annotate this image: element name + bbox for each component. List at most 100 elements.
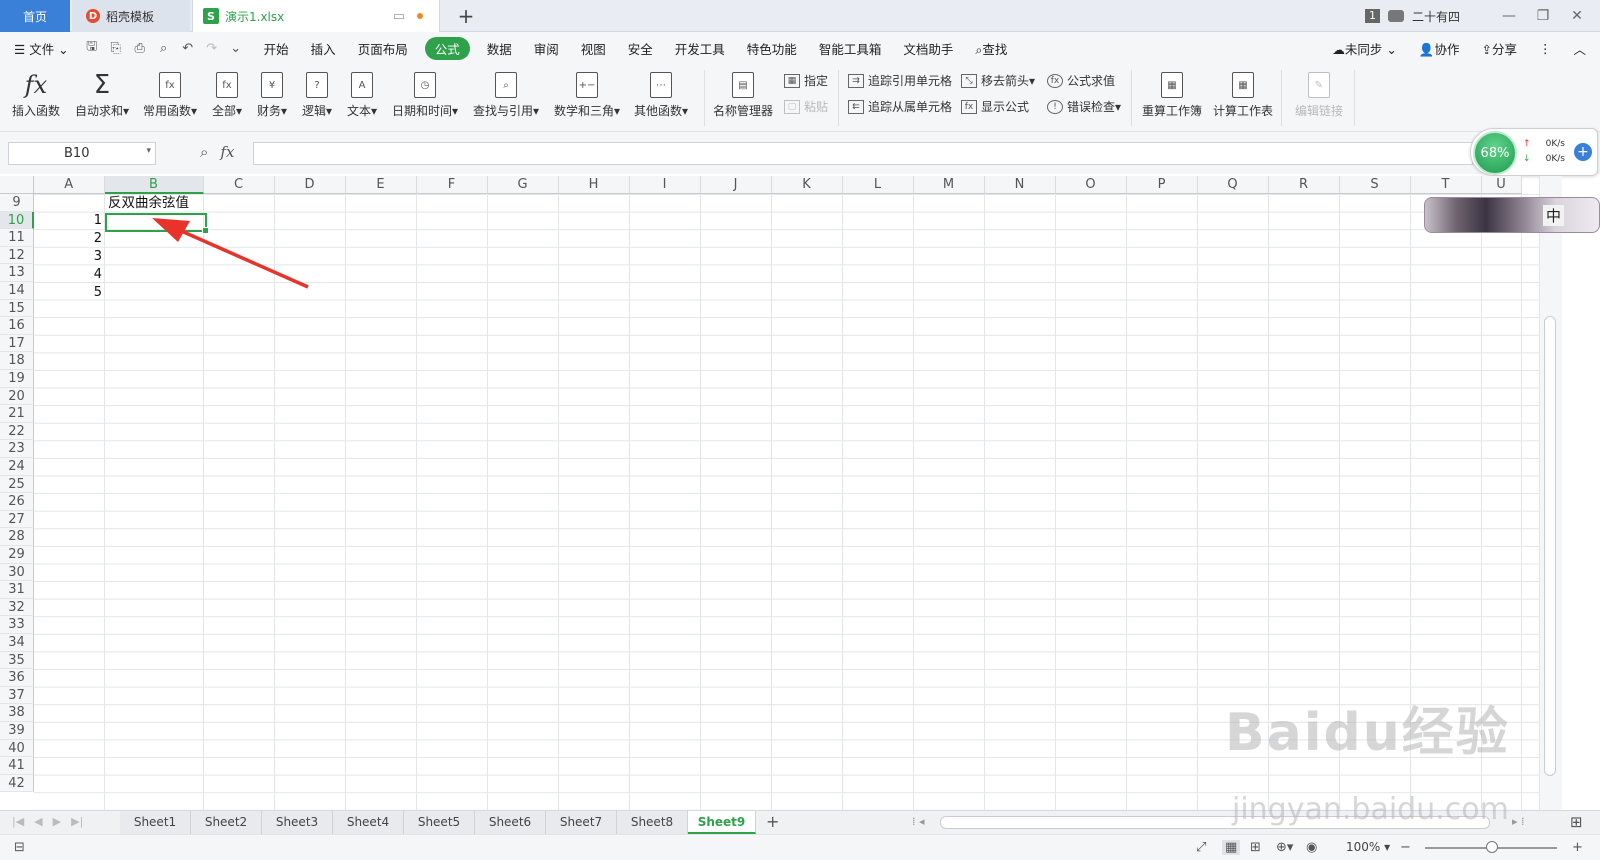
row-header-18[interactable]: 18 xyxy=(0,352,34,370)
last-sheet-icon[interactable]: ▶| xyxy=(71,815,83,828)
collab-button[interactable]: 👤协作 xyxy=(1419,39,1460,58)
row-header-24[interactable]: 24 xyxy=(0,458,34,476)
menu-formulas[interactable]: 公式 xyxy=(424,36,470,60)
specify-button[interactable]: ▦ 指定 xyxy=(784,72,828,89)
row-header-41[interactable]: 41 xyxy=(0,757,34,775)
all-functions-button[interactable]: fx 全部▾ xyxy=(212,68,242,119)
menu-page-layout[interactable]: 页面布局 xyxy=(358,39,408,58)
column-header-q[interactable]: Q xyxy=(1197,176,1269,194)
row-header-40[interactable]: 40 xyxy=(0,739,34,758)
ime-mode-label[interactable]: 中 xyxy=(1543,205,1565,226)
menu-review[interactable]: 审阅 xyxy=(534,39,559,58)
trace-dependents-button[interactable]: ⇇ 追踪从属单元格 xyxy=(848,98,952,115)
menu-view[interactable]: 视图 xyxy=(581,39,606,58)
row-header-26[interactable]: 26 xyxy=(0,493,34,511)
zoom-in-icon[interactable]: + xyxy=(1572,840,1583,855)
row-header-37[interactable]: 37 xyxy=(0,686,34,705)
row-header-35[interactable]: 35 xyxy=(0,651,34,670)
next-sheet-icon[interactable]: ▶ xyxy=(53,815,61,828)
cell-b9[interactable]: 反双曲余弦值 xyxy=(108,194,189,212)
column-header-k[interactable]: K xyxy=(771,176,843,194)
memory-percent-badge[interactable]: 68% xyxy=(1473,131,1517,175)
row-header-27[interactable]: 27 xyxy=(0,510,34,529)
column-header-h[interactable]: H xyxy=(558,176,630,194)
row-header-16[interactable]: 16 xyxy=(0,317,34,335)
sheet-tab-sheet8[interactable]: Sheet8 xyxy=(617,811,688,834)
column-header-j[interactable]: J xyxy=(700,176,772,194)
network-speed-widget[interactable]: 68% ↑ 0K/s ↓ 0K/s + xyxy=(1470,128,1598,176)
save-icon[interactable]: 🖫 xyxy=(80,37,104,59)
user-avatar-icon[interactable] xyxy=(1387,10,1404,22)
row-header-17[interactable]: 17 xyxy=(0,334,34,353)
math-button[interactable]: +− 数学和三角▾ xyxy=(554,68,620,119)
zoom-slider-knob[interactable] xyxy=(1486,841,1498,853)
row-header-34[interactable]: 34 xyxy=(0,634,34,652)
sheet-tab-sheet9[interactable]: Sheet9 xyxy=(688,811,756,834)
normal-view-icon[interactable]: ▦ xyxy=(1222,840,1241,855)
trace-precedents-button[interactable]: ⇉ 追踪引用单元格 xyxy=(848,72,952,89)
redo-icon[interactable]: ↷ xyxy=(200,41,224,56)
show-formulas-button[interactable]: fx 显示公式 xyxy=(961,98,1029,115)
autosum-button[interactable]: Σ 自动求和▾ xyxy=(75,68,129,119)
minimize-icon[interactable]: — xyxy=(1496,8,1522,24)
select-all-corner[interactable] xyxy=(0,176,34,194)
logic-button[interactable]: ? 逻辑▾ xyxy=(302,68,332,119)
cell-a10[interactable]: 1 xyxy=(74,213,102,228)
column-header-s[interactable]: S xyxy=(1339,176,1411,194)
reading-mode-icon[interactable]: ⊕▾ xyxy=(1276,840,1293,855)
insert-function-button[interactable]: fx 插入函数 xyxy=(12,68,60,119)
column-header-u[interactable]: U xyxy=(1481,176,1522,194)
cell-a14[interactable]: 5 xyxy=(74,285,102,300)
common-functions-button[interactable]: fx 常用函数▾ xyxy=(143,68,197,119)
sync-button[interactable]: ☁未同步 ⌄ xyxy=(1332,39,1396,58)
name-box[interactable]: B10 ▾ xyxy=(8,142,156,165)
file-menu[interactable]: ☰ 文件 ⌄ xyxy=(14,39,69,58)
row-header-42[interactable]: 42 xyxy=(0,774,34,793)
grid-view-icon[interactable]: ⊞ xyxy=(1570,813,1583,831)
export-pdf-icon[interactable]: ⎘ xyxy=(104,41,128,56)
split-handle-icon[interactable]: ⁞ ◂ xyxy=(912,815,925,828)
row-header-28[interactable]: 28 xyxy=(0,528,34,546)
row-header-33[interactable]: 33 xyxy=(0,616,34,634)
fullscreen-icon[interactable]: ⤢ xyxy=(1196,840,1206,855)
print-icon[interactable]: ⎙ xyxy=(128,41,152,56)
row-header-25[interactable]: 25 xyxy=(0,475,34,494)
column-header-g[interactable]: G xyxy=(487,176,559,194)
formula-input[interactable] xyxy=(253,142,1473,165)
column-header-t[interactable]: T xyxy=(1410,176,1482,194)
zoom-level[interactable]: 100% ▾ xyxy=(1346,840,1390,854)
zoom-out-icon[interactable]: − xyxy=(1400,840,1411,855)
customize-qat-icon[interactable]: ⌄ xyxy=(224,41,248,56)
column-header-c[interactable]: C xyxy=(203,176,275,194)
datetime-button[interactable]: ◷ 日期和时间▾ xyxy=(392,68,458,119)
row-header-14[interactable]: 14 xyxy=(0,282,34,300)
sheet-tab-sheet7[interactable]: Sheet7 xyxy=(546,811,617,834)
print-preview-icon[interactable]: ⌕ xyxy=(152,41,176,56)
row-header-36[interactable]: 36 xyxy=(0,669,34,687)
user-name[interactable]: 二十有四 xyxy=(1412,8,1460,25)
row-header-9[interactable]: 9 xyxy=(0,194,34,212)
column-header-p[interactable]: P xyxy=(1126,176,1198,194)
sheet-tab-sheet5[interactable]: Sheet5 xyxy=(404,811,475,834)
row-header-15[interactable]: 15 xyxy=(0,299,34,318)
row-header-11[interactable]: 11 xyxy=(0,229,34,247)
cell-a11[interactable]: 2 xyxy=(74,231,102,246)
column-header-e[interactable]: E xyxy=(345,176,417,194)
monitor-icon[interactable]: ▭ xyxy=(393,9,405,24)
menu-data[interactable]: 数据 xyxy=(487,39,512,58)
sheet-tab-sheet3[interactable]: Sheet3 xyxy=(262,811,333,834)
menu-doc-assistant[interactable]: 文档助手 xyxy=(903,39,953,58)
window-count-badge[interactable]: 1 xyxy=(1364,9,1380,23)
column-header-r[interactable]: R xyxy=(1268,176,1340,194)
selected-cell-b10[interactable] xyxy=(105,213,209,234)
recalc-workbook-button[interactable]: ▦ 重算工作簿 xyxy=(1142,68,1202,119)
row-header-32[interactable]: 32 xyxy=(0,598,34,617)
sheet-tab-sheet2[interactable]: Sheet2 xyxy=(191,811,262,834)
remove-arrows-button[interactable]: ⤡ 移去箭头 ▾ xyxy=(961,72,1035,89)
row-header-29[interactable]: 29 xyxy=(0,546,34,564)
column-header-l[interactable]: L xyxy=(842,176,914,194)
share-button[interactable]: ⇪分享 xyxy=(1481,39,1517,58)
row-header-30[interactable]: 30 xyxy=(0,563,34,582)
name-manager-button[interactable]: ▤ 名称管理器 xyxy=(713,68,773,119)
row-header-13[interactable]: 13 xyxy=(0,264,34,282)
